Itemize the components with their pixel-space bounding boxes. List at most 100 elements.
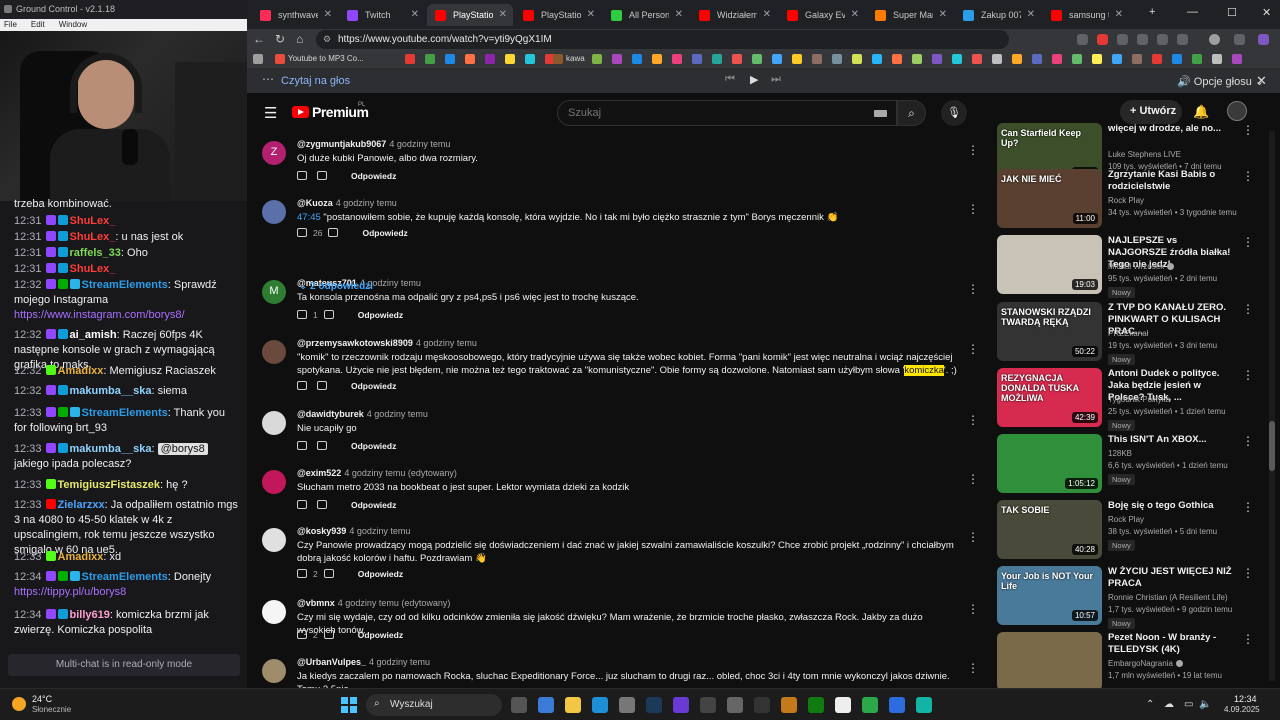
downloads-icon[interactable] — [1177, 34, 1188, 45]
like-icon[interactable] — [297, 441, 307, 450]
spreadsheet-icon[interactable] — [862, 697, 878, 713]
bookmark-icon[interactable] — [425, 54, 435, 64]
video-title[interactable]: więcej w drodze, ale no... — [1108, 123, 1238, 135]
reply-button[interactable]: Odpowiedz — [351, 171, 396, 181]
browser-tab[interactable]: synthwave ✕ — [252, 4, 338, 26]
comment-time[interactable]: 4 godziny temu (edytowany) — [344, 468, 457, 478]
commenter-avatar[interactable] — [262, 470, 286, 494]
browser-tab[interactable]: PlayStation - Yo ✕ — [515, 4, 601, 26]
bookmark-icon[interactable] — [505, 54, 515, 64]
bookmark-icon[interactable] — [1212, 54, 1222, 64]
chat-username[interactable]: Zielarzxx — [58, 499, 105, 511]
browser-tab[interactable]: PlayStation 6 - ✕ — [427, 4, 513, 26]
bookmark-label[interactable]: Youtube to MP3 Co... — [288, 54, 364, 63]
dislike-icon[interactable] — [323, 569, 334, 578]
video-thumbnail[interactable]: REZYGNACJA DONALDA TUSKA MOŻLIWA 42:39 — [997, 368, 1102, 427]
video-thumbnail[interactable]: TAK SOBIE 40:28 — [997, 500, 1102, 559]
video-channel[interactable]: 128KB — [1108, 449, 1132, 458]
related-video[interactable]: Your Job is NOT Your Life 10:57 W ŻYCIU JE… — [997, 566, 1262, 629]
bookmark-icon[interactable] — [732, 54, 742, 64]
scrollbar-thumb[interactable] — [1269, 421, 1275, 471]
bookmark-icon[interactable] — [652, 54, 662, 64]
comment-author[interactable]: @dawidtyburek — [297, 409, 364, 419]
reply-button[interactable]: Odpowiedz — [362, 228, 407, 238]
taskbar-search[interactable]: ⌕ Wyszukaj — [366, 694, 502, 716]
bookmark-label[interactable]: kawa — [566, 54, 585, 63]
obs-icon[interactable] — [889, 697, 905, 713]
comment-time[interactable]: 4 godziny temu — [349, 526, 410, 536]
reply-button[interactable]: Odpowiedz — [351, 441, 396, 451]
video-thumbnail[interactable] — [997, 632, 1102, 688]
tab-close-icon[interactable]: ✕ — [1027, 9, 1035, 20]
youtube-logo-icon[interactable] — [292, 106, 309, 118]
video-thumbnail[interactable]: Your Job is NOT Your Life 10:57 — [997, 566, 1102, 625]
menu-icon[interactable] — [1234, 34, 1245, 45]
site-info-icon[interactable]: ⚙ — [323, 34, 331, 45]
like-icon[interactable] — [297, 228, 307, 237]
bookmark-icon[interactable] — [485, 54, 495, 64]
more-options-icon[interactable]: ⋮ — [967, 282, 979, 296]
commenter-avatar[interactable] — [262, 528, 286, 552]
chat-username[interactable]: ai_amish — [70, 329, 117, 341]
bookmark-icon[interactable] — [692, 54, 702, 64]
browser-tab[interactable]: Galaxy Event S ✕ — [779, 4, 865, 26]
chat-username[interactable]: StreamElements — [82, 279, 168, 291]
related-video[interactable]: TAK SOBIE 40:28 Boję się o tego Gothica Roc… — [997, 500, 1262, 562]
home-icon[interactable]: ⌂ — [296, 32, 303, 46]
more-options-icon[interactable]: ⋮ — [967, 472, 979, 486]
chat-username[interactable]: makumba__ska — [70, 443, 152, 455]
commenter-avatar[interactable] — [262, 659, 286, 683]
related-video[interactable]: 1:05:12 This ISN'T An XBOX... 128KB 6,6 tys… — [997, 434, 1262, 496]
play-icon[interactable]: ▶ — [750, 73, 758, 86]
comment-author[interactable]: @przemysawkotowski8909 — [297, 338, 413, 348]
more-options-icon[interactable]: ⋮ — [1242, 368, 1254, 382]
video-channel[interactable]: Michał Wrzosek — [1108, 262, 1175, 271]
comment-author[interactable]: @Kuoza — [297, 198, 333, 208]
bookmark-icon[interactable] — [612, 54, 622, 64]
bell-icon[interactable]: 🔔 — [1193, 104, 1209, 120]
comment-time[interactable]: 4 godziny temu — [369, 657, 430, 667]
browser-tab[interactable]: All Personal Fe ✕ — [603, 4, 689, 26]
video-channel[interactable]: Tygodnik Polityka — [1108, 395, 1170, 404]
comment-author[interactable]: @exim522 — [297, 468, 341, 478]
tab-close-icon[interactable]: ✕ — [851, 9, 859, 20]
more-options-icon[interactable]: ⋮ — [967, 202, 979, 216]
page-scrollbar[interactable] — [1269, 131, 1275, 681]
video-channel[interactable]: Rock Play — [1108, 515, 1144, 524]
related-video[interactable]: JAK NIE MIEĆ 11:00 Zgrzytanie Kasi Babis o… — [997, 169, 1262, 231]
back-icon[interactable]: ← — [253, 32, 265, 46]
video-channel[interactable]: Rock Play — [1108, 196, 1144, 205]
notepad-icon[interactable] — [835, 697, 851, 713]
more-icon[interactable]: ⋯ — [262, 72, 274, 86]
bookmark-icon[interactable] — [253, 54, 263, 64]
more-options-icon[interactable]: ⋮ — [1242, 235, 1254, 249]
tab-close-icon[interactable]: ✕ — [675, 9, 683, 20]
chat-username[interactable]: ShuLex_ — [70, 263, 116, 275]
bookmark-icon[interactable] — [445, 54, 455, 64]
like-icon[interactable] — [297, 171, 307, 180]
reply-button[interactable]: Odpowiedz — [351, 500, 396, 510]
comment-time[interactable]: 4 godziny temu — [416, 338, 477, 348]
more-options-icon[interactable]: ⋮ — [967, 530, 979, 544]
bookmark-icon[interactable] — [912, 54, 922, 64]
close-icon[interactable]: ✕ — [1256, 73, 1267, 89]
bookmark-icon[interactable] — [1132, 54, 1142, 64]
menu-file[interactable]: File — [4, 20, 17, 31]
reload-icon[interactable]: ↻ — [275, 32, 285, 46]
tab-close-icon[interactable]: ✕ — [411, 9, 419, 20]
chat-username[interactable]: StreamElements — [82, 407, 168, 419]
new-tab-button[interactable]: + — [1149, 6, 1155, 18]
related-video[interactable]: REZYGNACJA DONALDA TUSKA MOŻLIWA 42:39 Ant… — [997, 368, 1262, 431]
video-channel[interactable]: Luke Stephens LIVE — [1108, 150, 1181, 159]
sun-icon[interactable] — [12, 697, 26, 711]
bookmark-icon[interactable] — [1092, 54, 1102, 64]
browser-tab[interactable]: samsung table ✕ — [1043, 4, 1129, 26]
copilot-icon[interactable] — [1258, 34, 1269, 45]
browser-tab[interactable]: Zakup 007 First ✕ — [955, 4, 1041, 26]
chat-link[interactable]: https://www.instagram.com/borys8/ — [14, 309, 185, 321]
bookmark-icon[interactable] — [632, 54, 642, 64]
commenter-avatar[interactable] — [262, 600, 286, 624]
bookmark-icon[interactable] — [405, 54, 415, 64]
commenter-avatar[interactable]: Z — [262, 141, 286, 165]
file-explorer-icon[interactable] — [565, 697, 581, 713]
